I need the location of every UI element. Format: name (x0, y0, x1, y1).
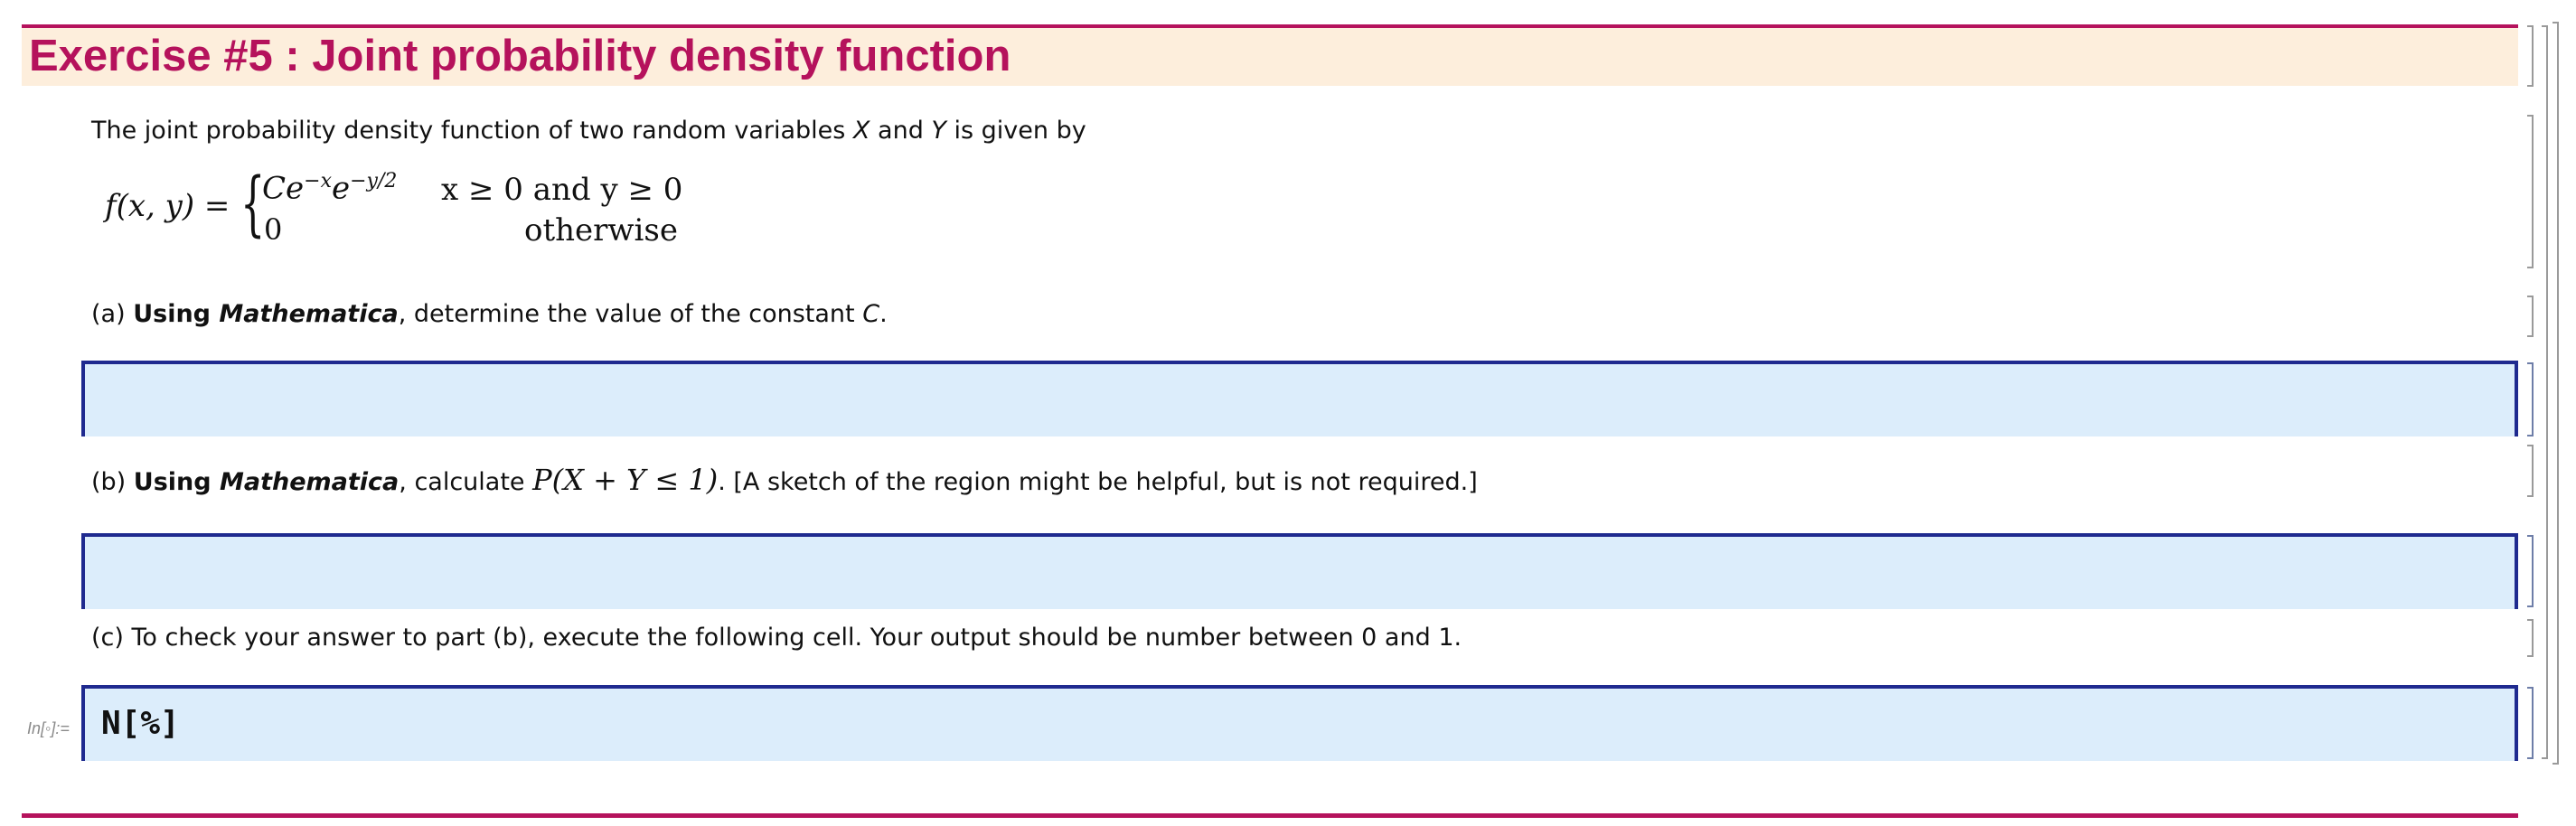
part-b-after: . [A sketch of the region might be helpf… (718, 468, 1478, 496)
variable-x: X (852, 117, 870, 145)
formula-case2-value: 0 (264, 212, 283, 247)
intro-text-before: The joint probability density function o… (91, 117, 853, 145)
section-title: Exercise #5 : Joint probability density … (29, 32, 1011, 80)
formula-case1-e: e (331, 170, 351, 207)
part-b-text: , calculate (399, 468, 533, 496)
part-c-text-cell[interactable]: (c) To check your answer to part (b), ex… (91, 624, 1462, 652)
part-a-input-bracket[interactable] (2527, 362, 2534, 436)
formula-case1-condition: x ≥ 0 and y ≥ 0 (441, 172, 683, 208)
pdf-formula: f(x, y) = { Ce−xe−y/2 x ≥ 0 and y ≥ 0 0 … (101, 163, 716, 253)
section-bottom-rule (22, 813, 2518, 818)
formula-lhs: f(x, y) = (105, 188, 230, 224)
part-b-probability-expression: P(X + Y ≤ 1) (532, 463, 719, 497)
part-c-input-cell[interactable]: N[%] (81, 685, 2518, 761)
part-c-input-bracket[interactable] (2527, 687, 2534, 759)
intro-text-cell[interactable]: The joint probability density function o… (91, 117, 1086, 145)
part-b-input-bracket[interactable] (2527, 535, 2534, 607)
part-a-prefix: (a) (91, 300, 134, 328)
formula-case1-exp2: −y/2 (350, 170, 398, 192)
section-cell-bracket[interactable] (2527, 25, 2534, 87)
group-cell-bracket[interactable] (2542, 25, 2548, 759)
intro-cell-bracket[interactable] (2527, 115, 2534, 268)
part-a-text-bracket[interactable] (2527, 296, 2534, 337)
part-c-input-code[interactable]: N[%] (101, 705, 180, 742)
part-a-constant: C (862, 300, 880, 328)
part-b-text-bracket[interactable] (2527, 445, 2534, 497)
intro-text-and: and (870, 117, 932, 145)
formula-case1-expression: Ce−xe−y/2 (262, 170, 397, 206)
part-b-using: Using (133, 468, 220, 496)
part-b-prefix: (b) (91, 468, 134, 496)
outer-group-cell-bracket[interactable] (2552, 22, 2559, 765)
variable-y: Y (931, 117, 946, 145)
formula-case1-c: Ce (262, 170, 305, 207)
formula-case2-condition: otherwise (524, 212, 678, 249)
part-b-input-cell[interactable] (81, 533, 2518, 609)
part-b-text-cell[interactable]: (b) Using Mathematica, calculate P(X + Y… (91, 463, 1478, 497)
part-a-text: , determine the value of the constant (398, 300, 863, 328)
part-a-using: Using (133, 300, 220, 328)
input-prompt-label: In[◦]:= (27, 719, 70, 737)
part-a-text-cell[interactable]: (a) Using Mathematica, determine the val… (91, 300, 888, 328)
part-c-text-bracket[interactable] (2527, 619, 2534, 657)
part-a-mathematica: Mathematica (219, 300, 399, 328)
intro-text-after: is given by (945, 117, 1086, 145)
part-b-mathematica: Mathematica (220, 468, 400, 496)
part-a-end: . (879, 300, 888, 328)
part-a-input-cell[interactable] (81, 361, 2518, 436)
formula-case1-exp1: −x (304, 170, 332, 192)
